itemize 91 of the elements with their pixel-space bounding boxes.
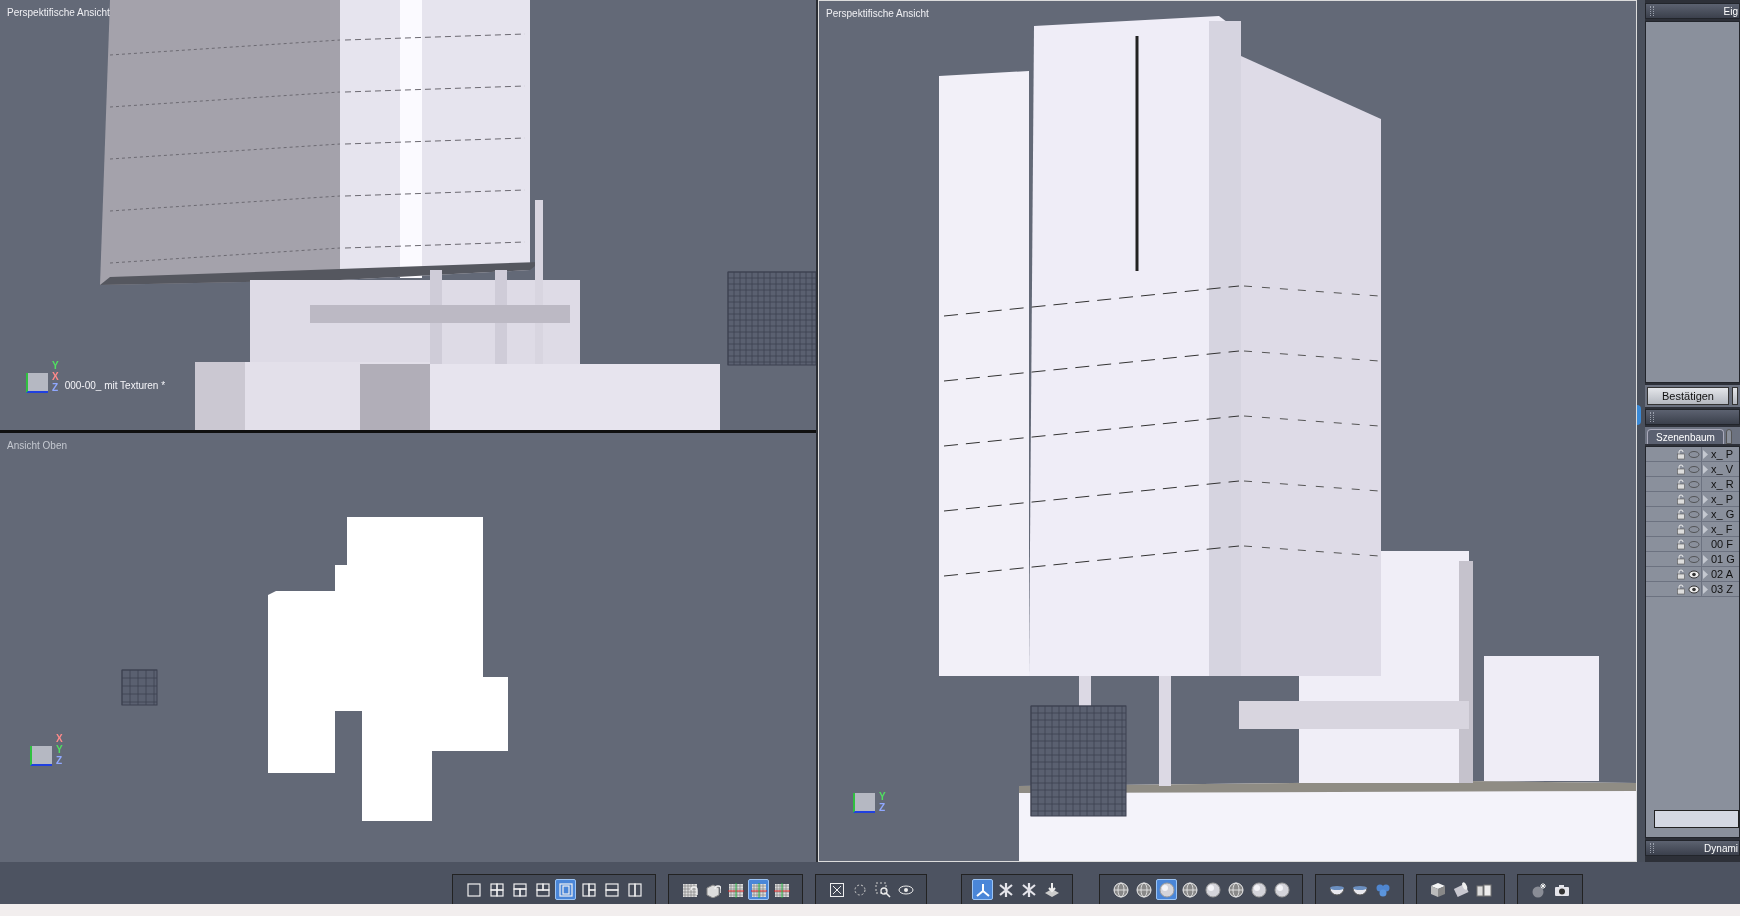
axis-gizmo-icon xyxy=(853,793,875,813)
panel-header[interactable]: Eig xyxy=(1645,3,1740,19)
fit-view-icon xyxy=(828,881,845,898)
shaded-sphere-icon xyxy=(1158,881,1175,898)
grid-magnet-icon xyxy=(681,881,698,898)
cylinders-icon xyxy=(1475,881,1492,898)
tree-item-label[interactable]: x_ P xyxy=(1711,490,1733,508)
panel-button[interactable] xyxy=(1732,387,1738,405)
tab[interactable]: Szenenbaum xyxy=(1647,429,1724,444)
toolbar-button[interactable] xyxy=(1179,879,1200,900)
axis-label: Y xyxy=(879,791,886,802)
toolbar-button[interactable] xyxy=(872,879,893,900)
pane-layout-icon xyxy=(626,881,643,898)
shaded-sphere-icon xyxy=(1273,881,1290,898)
lock-icon[interactable] xyxy=(1676,523,1686,535)
axis-label: Z xyxy=(56,755,63,766)
mesh-grid-drawing xyxy=(121,669,158,706)
wireframe-sphere-icon xyxy=(1227,881,1244,898)
pane-layout-icon xyxy=(557,881,574,898)
grid-icon xyxy=(750,881,767,898)
wireframe-sphere-icon xyxy=(1181,881,1198,898)
tree-item-label[interactable]: 02 A xyxy=(1711,565,1734,583)
tree-item-label[interactable]: x_ V xyxy=(1711,460,1733,478)
shaded-sphere-icon xyxy=(1250,881,1267,898)
grid-icon xyxy=(727,881,744,898)
tree-item-label[interactable]: 00 F xyxy=(1711,535,1733,553)
axis-label: X xyxy=(56,733,63,744)
toolbar-button[interactable] xyxy=(1202,879,1223,900)
visibility-eye-icon[interactable] xyxy=(1688,568,1700,580)
pane-layout-icon xyxy=(465,881,482,898)
expand-arrow-icon[interactable] xyxy=(1703,509,1708,519)
axis-label: Z xyxy=(879,802,886,813)
toolbar-button[interactable] xyxy=(1225,879,1246,900)
pane-layout-icon xyxy=(534,881,551,898)
tree-item-label[interactable]: 03 Z xyxy=(1711,580,1733,598)
pane-layout-icon xyxy=(603,881,620,898)
expand-arrow-icon[interactable] xyxy=(1703,494,1708,504)
expand-arrow-icon[interactable] xyxy=(1703,524,1708,534)
grid-icon xyxy=(773,881,790,898)
collapse-handle[interactable] xyxy=(1637,405,1641,425)
model-caption: 000-00_ mit Texturen * xyxy=(64,379,166,393)
axis-label: Z xyxy=(52,382,59,393)
lock-icon[interactable] xyxy=(1676,538,1686,550)
lock-icon[interactable] xyxy=(1676,448,1686,460)
tree-item-label[interactable]: x_ G xyxy=(1711,505,1735,523)
toolbar-button[interactable] xyxy=(1248,879,1269,900)
shaded-sphere-icon xyxy=(1204,881,1221,898)
expand-arrow-icon[interactable] xyxy=(1703,464,1708,474)
move-arrows-icon xyxy=(997,881,1014,898)
wireframe-sphere-icon xyxy=(1112,881,1129,898)
light-sphere-icon xyxy=(1530,881,1547,898)
lock-icon[interactable] xyxy=(1676,478,1686,490)
tree-item-label[interactable]: x_ P xyxy=(1711,445,1733,463)
viewport-title: Perspektifische Ansicht xyxy=(7,6,110,20)
expand-arrow-icon[interactable] xyxy=(1703,584,1708,594)
axis-label: Y xyxy=(56,744,63,755)
move-arrows-icon xyxy=(1020,881,1037,898)
expand-arrow-icon[interactable] xyxy=(1703,449,1708,459)
toolbar-button[interactable] xyxy=(1133,879,1154,900)
viewport[interactable]: Perspektifische Ansicht Y X Z 000-00_ mit Texturen * xyxy=(0,0,816,430)
pane-layout-icon xyxy=(511,881,528,898)
viewport[interactable]: Ansicht Oben X Y Z xyxy=(0,433,816,862)
zoom-icon xyxy=(874,881,891,898)
visibility-eye-icon[interactable] xyxy=(1688,583,1700,595)
axis-label: Y xyxy=(52,360,59,371)
expand-arrow-icon[interactable] xyxy=(1703,554,1708,564)
axes-icon xyxy=(974,881,991,898)
expand-arrow-icon[interactable] xyxy=(1703,569,1708,579)
viewport[interactable]: Perspektifische Ansicht Y Z xyxy=(818,0,1637,862)
axis-gizmo-icon xyxy=(30,746,52,766)
tree-item-label[interactable]: x_ R xyxy=(1711,475,1734,493)
axis-label: X xyxy=(52,371,59,382)
cube-icon xyxy=(1429,881,1446,898)
tree-item-label[interactable]: x_ F xyxy=(1711,520,1733,538)
toolbar-button[interactable] xyxy=(1271,879,1292,900)
confirm-button[interactable]: Bestätigen xyxy=(1647,387,1729,405)
axis-gizmo-icon xyxy=(26,373,48,393)
tree-item-label[interactable]: 01 G xyxy=(1711,550,1735,568)
input-field[interactable] xyxy=(1654,810,1739,828)
lock-icon[interactable] xyxy=(1676,493,1686,505)
pane-layout-icon xyxy=(580,881,597,898)
viewport-title: Ansicht Oben xyxy=(7,439,68,453)
tab[interactable] xyxy=(1725,429,1732,444)
wireframe-sphere-icon xyxy=(1135,881,1152,898)
toolbar-button[interactable] xyxy=(1110,879,1131,900)
lock-icon[interactable] xyxy=(1676,508,1686,520)
panel-header[interactable]: Dynami xyxy=(1645,840,1740,856)
viewport-title: Perspektifische Ansicht xyxy=(826,7,929,21)
pane-layout-icon xyxy=(488,881,505,898)
lock-icon[interactable] xyxy=(1676,463,1686,475)
drop-to-floor-icon xyxy=(1043,881,1060,898)
